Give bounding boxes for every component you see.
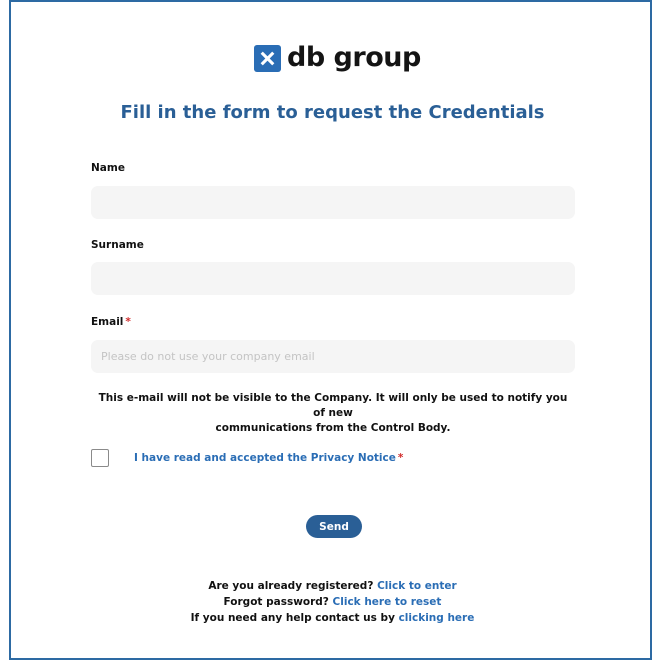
privacy-notice-label[interactable]: I have read and accepted the Privacy Not… bbox=[134, 452, 403, 464]
help-line: If you need any help contact us by click… bbox=[11, 610, 654, 626]
send-button[interactable]: Send bbox=[306, 515, 362, 538]
reset-password-link[interactable]: Click here to reset bbox=[333, 596, 442, 608]
email-notice-line-2: communications from the Control Body. bbox=[215, 422, 451, 434]
brand-logo: db group bbox=[254, 43, 421, 73]
db-group-logo-icon bbox=[254, 44, 281, 72]
form-card: db group Fill in the form to request the… bbox=[9, 0, 652, 660]
name-input[interactable] bbox=[91, 186, 575, 219]
surname-input[interactable] bbox=[91, 262, 575, 295]
email-label-row: Email * bbox=[91, 315, 131, 329]
privacy-row: I have read and accepted the Privacy Not… bbox=[91, 449, 403, 467]
email-input[interactable] bbox=[91, 340, 575, 373]
name-label: Name bbox=[91, 162, 125, 174]
privacy-required-mark: * bbox=[397, 452, 404, 464]
email-required-mark: * bbox=[125, 316, 131, 328]
registered-text: Are you already registered? bbox=[208, 580, 374, 592]
registered-line: Are you already registered? Click to ent… bbox=[11, 578, 654, 594]
privacy-notice-text[interactable]: I have read and accepted the Privacy Not… bbox=[134, 452, 396, 464]
forgot-line: Forgot password? Click here to reset bbox=[11, 594, 654, 610]
contact-link[interactable]: clicking here bbox=[399, 612, 475, 624]
privacy-checkbox[interactable] bbox=[91, 449, 109, 467]
email-notice: This e-mail will not be visible to the C… bbox=[91, 391, 575, 436]
page-title: Fill in the form to request the Credenti… bbox=[120, 102, 545, 123]
help-text: If you need any help contact us by bbox=[190, 612, 395, 624]
email-label: Email bbox=[91, 316, 124, 328]
forgot-text: Forgot password? bbox=[223, 596, 329, 608]
login-link[interactable]: Click to enter bbox=[377, 580, 457, 592]
surname-label: Surname bbox=[91, 239, 144, 251]
footer-links: Are you already registered? Click to ent… bbox=[11, 578, 654, 626]
email-notice-line-1: This e-mail will not be visible to the C… bbox=[98, 392, 568, 419]
brand-name: db group bbox=[287, 42, 421, 73]
